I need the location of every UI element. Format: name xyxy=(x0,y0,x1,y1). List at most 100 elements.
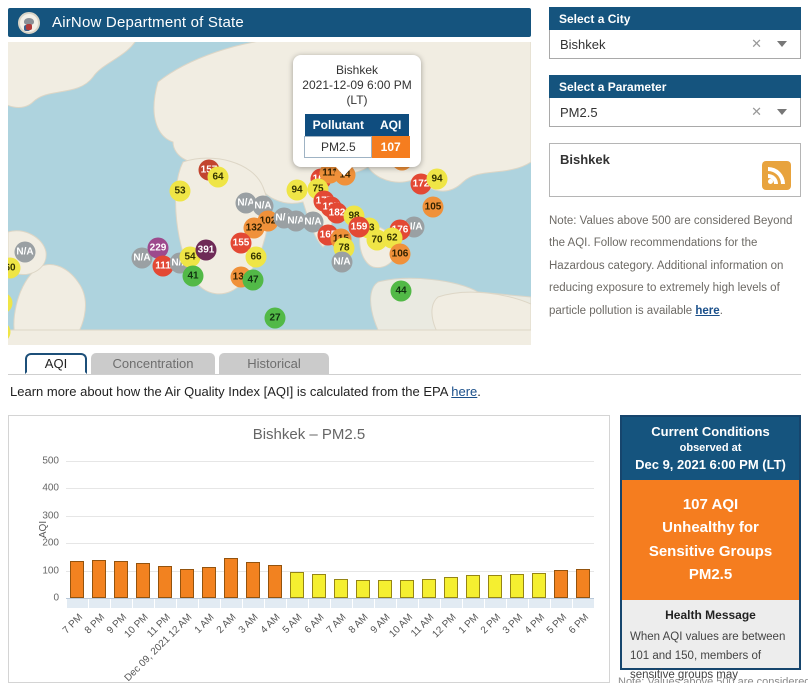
map-marker[interactable]: 106 xyxy=(389,243,411,265)
chart-bar[interactable] xyxy=(268,564,282,598)
cc-aqi-value: 107 AQI xyxy=(682,496,739,513)
chart-x-tick-label: 3 PM xyxy=(500,612,525,637)
chart-bar[interactable] xyxy=(246,562,260,598)
cc-title: Current Conditions xyxy=(651,424,770,439)
chart-bar[interactable] xyxy=(114,561,128,598)
chart-x-tick-label: 6 PM xyxy=(566,612,591,637)
cc-health-title: Health Message xyxy=(665,608,756,622)
map-marker[interactable]: 44 xyxy=(390,280,412,302)
chart-gridline xyxy=(66,543,594,544)
parameter-select[interactable]: PM2.5 ✕ xyxy=(549,98,801,127)
chart-bar[interactable] xyxy=(356,579,370,598)
map-marker[interactable]: N/A xyxy=(14,241,36,263)
parameter-caret-down-icon[interactable] xyxy=(777,109,787,115)
chart-x-tick-label: 7 PM xyxy=(60,612,85,637)
map-marker[interactable]: 27 xyxy=(264,307,286,329)
chart-bar[interactable] xyxy=(136,562,150,598)
chart-y-tick: 100 xyxy=(42,565,59,576)
bottom-note-clipped: Note: Values above 500 are considered Be… xyxy=(618,676,808,683)
chart-x-tick-label: 4 AM xyxy=(258,612,283,636)
chart-x-tick-label: 2 AM xyxy=(214,612,239,636)
chart-axis-band xyxy=(66,599,595,608)
parameter-clear-icon[interactable]: ✕ xyxy=(751,104,762,120)
epa-link[interactable]: here xyxy=(451,384,477,399)
parameter-select-value: PM2.5 xyxy=(560,104,598,120)
world-map[interactable]: N/A6070N/A229111N/A54391411576453N/AN/A1… xyxy=(8,42,531,345)
chart-bar[interactable] xyxy=(70,561,84,598)
chart-x-tick-label: 5 AM xyxy=(280,612,305,636)
app-header: AirNow Department of State xyxy=(8,8,531,37)
aqi-chart: Bishkek – PM2.5 AQI 0 100 200 300 400 500 7 PM… xyxy=(8,415,610,683)
chart-bar[interactable] xyxy=(92,560,106,598)
learn-more-text: Learn more about how the Air Quality Ind… xyxy=(10,384,481,399)
map-marker[interactable]: 64 xyxy=(207,166,229,188)
current-conditions-box: Current Conditions observed at Dec 9, 20… xyxy=(620,415,801,681)
sidebar-note-prefix: Note: Values above 500 are considered Be… xyxy=(549,215,793,317)
sidebar-note: Note: Values above 500 are considered Be… xyxy=(549,210,803,322)
map-marker[interactable]: N/A xyxy=(331,251,353,273)
sidebar-note-link[interactable]: here xyxy=(695,305,719,317)
popup-aqi-value: 107 xyxy=(371,136,410,158)
select-city-header: Select a City xyxy=(549,7,801,30)
chart-bar[interactable] xyxy=(554,569,568,598)
chart-bar[interactable] xyxy=(444,577,458,598)
airnow-page: AirNow Department of State N/A6070N/A229… xyxy=(0,0,809,683)
chart-bar[interactable] xyxy=(422,579,436,598)
chart-x-tick-label: 8 AM xyxy=(346,612,371,636)
state-department-seal-icon xyxy=(18,11,40,34)
chart-bar[interactable] xyxy=(400,579,414,598)
rss-feed-box: Bishkek xyxy=(549,143,801,197)
popup-datetime: 2021-12-09 6:00 PM xyxy=(302,78,412,92)
chart-bar[interactable] xyxy=(158,565,172,598)
learn-more-prefix: Learn more about how the Air Quality Ind… xyxy=(10,384,452,399)
cc-aqi-summary: 107 AQI Unhealthy for Sensitive Groups P… xyxy=(622,480,799,600)
map-marker[interactable]: 66 xyxy=(245,246,267,268)
chart-bar[interactable] xyxy=(202,567,216,598)
city-select[interactable]: Bishkek ✕ xyxy=(549,30,801,59)
city-clear-icon[interactable]: ✕ xyxy=(751,36,762,52)
chart-bar[interactable] xyxy=(290,571,304,598)
map-marker[interactable]: 70 xyxy=(366,229,388,251)
cc-datetime: Dec 9, 2021 6:00 PM (LT) xyxy=(635,457,786,472)
tab-concentration[interactable]: Concentration xyxy=(91,353,215,374)
cc-aqi-category: Unhealthy for Sensitive Groups xyxy=(648,519,773,560)
chart-x-tick-label: 5 PM xyxy=(544,612,569,637)
chart-bar[interactable] xyxy=(466,574,480,598)
chart-x-tick-label: 4 PM xyxy=(522,612,547,637)
cc-aqi-pollutant: PM2.5 xyxy=(688,565,733,583)
chart-bar[interactable] xyxy=(532,572,546,598)
map-marker[interactable]: 105 xyxy=(422,196,444,218)
map-marker[interactable]: 159 xyxy=(348,216,370,238)
popup-col-aqi: AQI xyxy=(371,114,410,137)
city-caret-down-icon[interactable] xyxy=(777,41,787,47)
map-marker[interactable]: 41 xyxy=(182,265,204,287)
sidebar-note-suffix: . xyxy=(719,304,723,317)
map-marker[interactable]: 94 xyxy=(426,168,448,190)
chart-bar[interactable] xyxy=(576,568,590,598)
chart-x-tick-label: 8 PM xyxy=(82,612,107,637)
map-marker[interactable]: 47 xyxy=(242,269,264,291)
chart-y-tick: 200 xyxy=(42,537,59,549)
popup-city: Bishkek xyxy=(335,63,379,77)
chart-bar[interactable] xyxy=(180,569,194,598)
chart-bar[interactable] xyxy=(510,574,524,598)
rss-city-label: Bishkek xyxy=(560,152,610,167)
map-marker[interactable]: 53 xyxy=(169,180,191,202)
chart-bar[interactable] xyxy=(312,573,326,598)
chart-bar[interactable] xyxy=(224,557,238,598)
chart-bar[interactable] xyxy=(378,580,392,598)
chart-x-tick-label: 12 PM xyxy=(430,612,459,641)
chart-x-tick-label: 10 PM xyxy=(122,612,151,641)
cc-observed-label: observed at xyxy=(679,442,742,454)
rss-icon[interactable] xyxy=(762,161,791,190)
chart-bar[interactable] xyxy=(334,578,348,598)
chart-bar[interactable] xyxy=(488,574,502,598)
chart-x-tick-label: 1 AM xyxy=(192,612,217,636)
map-marker[interactable]: 94 xyxy=(286,179,308,201)
chart-gridline xyxy=(66,460,594,462)
tab-aqi[interactable]: AQI xyxy=(25,353,87,374)
map-marker[interactable]: 391 xyxy=(195,239,217,261)
tab-historical[interactable]: Historical xyxy=(219,353,329,374)
chart-y-tick: 400 xyxy=(42,482,59,494)
chart-gridline xyxy=(66,488,594,489)
